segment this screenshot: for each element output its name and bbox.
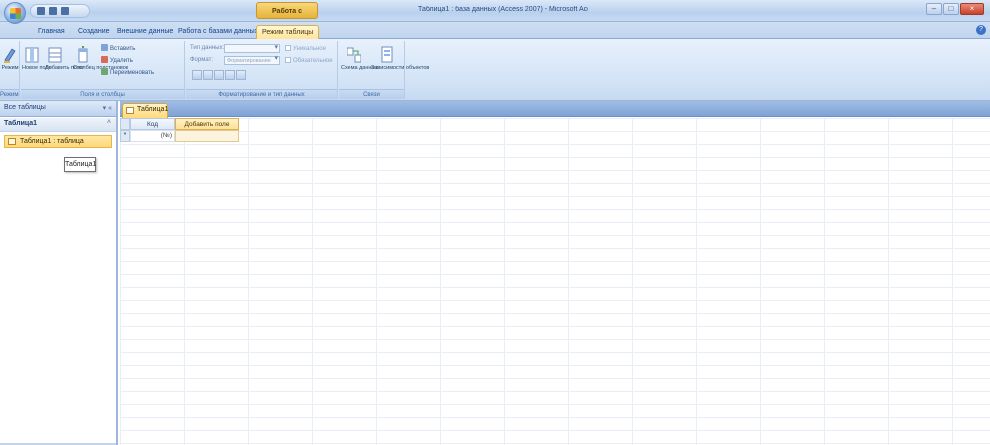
office-button[interactable] — [4, 2, 26, 24]
relationships-button[interactable]: Схема данных — [341, 44, 378, 88]
document-area: Таблица1 Код Добавить поле * (№) — [120, 101, 990, 445]
group-fields-columns: Новое поле Добавить поля Столбец подстан… — [21, 41, 185, 99]
nav-group-tables[interactable]: Таблица1 ˄ — [0, 118, 116, 132]
close-button[interactable]: × — [960, 3, 984, 15]
add-fields-icon — [48, 47, 62, 63]
tab-home[interactable]: Главная — [38, 25, 65, 39]
nav-pane-header[interactable]: Все таблицы ▾ « — [0, 101, 116, 117]
tab-create[interactable]: Создание — [78, 25, 110, 39]
column-header-code[interactable]: Код — [130, 118, 175, 130]
lookup-column-button[interactable]: Столбец подстановок — [73, 44, 128, 88]
tooltip: Таблица1 — [64, 157, 96, 172]
data-type-combo[interactable] — [224, 43, 280, 53]
chevron-up-icon[interactable]: ˄ — [107, 119, 111, 126]
view-icon — [4, 48, 16, 63]
undo-icon[interactable] — [49, 7, 57, 15]
quick-access-toolbar — [30, 4, 90, 18]
cell-code[interactable]: (№) — [130, 130, 175, 142]
datasheet-grid[interactable] — [120, 118, 990, 445]
select-all-button[interactable] — [120, 118, 130, 130]
navigation-pane: Все таблицы ▾ « Таблица1 ˄ Таблица1 : та… — [0, 101, 118, 445]
column-header-add-field[interactable]: Добавить поле — [175, 118, 239, 130]
thousands-format-button[interactable] — [214, 70, 224, 80]
office-logo-icon — [10, 8, 21, 19]
insert-icon — [101, 44, 108, 51]
redo-icon[interactable] — [61, 7, 69, 15]
group-views: Режим Режимы — [0, 41, 20, 99]
group-relationships: Схема данных Зависимости объектов Связи — [339, 41, 429, 99]
tab-external-data[interactable]: Внешние данные — [117, 25, 173, 39]
rename-button[interactable]: Переименовать — [101, 68, 154, 78]
ribbon: Режим Режимы Новое поле Добавить поля Ст… — [0, 39, 990, 101]
nav-group-title: Таблица1 — [4, 120, 38, 127]
minimize-button[interactable]: – — [926, 3, 942, 15]
document-tab-label: Таблица1 — [137, 106, 169, 113]
new-field-icon — [25, 47, 39, 63]
tab-database-tools[interactable]: Работа с базами данных — [178, 25, 258, 39]
document-tab-bar: Таблица1 — [120, 101, 990, 118]
group-label-data-type: Форматирование и тип данных — [186, 89, 337, 99]
add-existing-fields-button[interactable]: Добавить поля — [45, 44, 83, 88]
document-tab-table1[interactable]: Таблица1 — [122, 103, 168, 118]
nav-pane-title: Все таблицы — [4, 104, 46, 111]
lookup-column-icon — [78, 46, 88, 63]
group-label-fields-columns: Поля и столбцы — [21, 89, 184, 99]
table-row: * (№) — [120, 130, 990, 142]
table-icon — [8, 138, 16, 145]
context-tab-title: Работа с таблицами — [256, 2, 318, 32]
object-dependencies-button[interactable]: Зависимости объектов — [371, 44, 429, 88]
help-icon[interactable]: ? — [976, 25, 986, 35]
nav-pane-controls-icon[interactable]: ▾ « — [103, 104, 112, 112]
format-label: Формат: — [190, 57, 213, 63]
cell-add-field[interactable] — [175, 130, 239, 142]
group-label-relationships: Связи — [339, 89, 404, 99]
datasheet-header-row: Код Добавить поле — [120, 118, 990, 130]
insert-button[interactable]: Вставить — [101, 44, 135, 54]
window-controls: – □ × — [926, 3, 984, 15]
title-bar: Работа с таблицами Таблица1 : база данны… — [0, 0, 990, 32]
maximize-button[interactable]: □ — [943, 3, 959, 15]
relationships-icon — [347, 47, 361, 63]
save-icon[interactable] — [37, 7, 45, 15]
currency-format-button[interactable] — [192, 70, 202, 80]
rename-icon — [101, 68, 108, 75]
new-record-marker[interactable]: * — [120, 130, 130, 142]
group-label-views: Режимы — [0, 89, 19, 99]
ribbon-tabs: Главная Создание Внешние данные Работа с… — [0, 22, 990, 39]
required-checkbox[interactable]: Обязательное — [285, 57, 333, 64]
nav-item-label: Таблица1 : таблица — [20, 138, 84, 145]
group-data-type-formatting: Тип данных: Формат: Форматирование Уника… — [186, 41, 338, 99]
delete-button[interactable]: Удалить — [101, 56, 133, 66]
unique-checkbox[interactable]: Уникальное — [285, 45, 326, 52]
format-combo[interactable]: Форматирование — [224, 55, 280, 65]
tab-datasheet[interactable]: Режим таблицы — [256, 25, 320, 39]
table-icon — [126, 107, 134, 114]
window-title: Таблица1 : база данных (Access 2007) - M… — [418, 6, 588, 13]
increase-decimals-button[interactable] — [225, 70, 235, 80]
number-format-buttons — [192, 70, 246, 80]
percent-format-button[interactable] — [203, 70, 213, 80]
decrease-decimals-button[interactable] — [236, 70, 246, 80]
nav-item-table1[interactable]: Таблица1 : таблица — [4, 135, 112, 148]
delete-icon — [101, 56, 108, 63]
data-type-label: Тип данных: — [190, 45, 225, 51]
dependencies-icon — [381, 46, 393, 63]
view-button[interactable]: Режим — [0, 44, 20, 88]
new-field-button[interactable]: Новое поле — [22, 44, 52, 88]
